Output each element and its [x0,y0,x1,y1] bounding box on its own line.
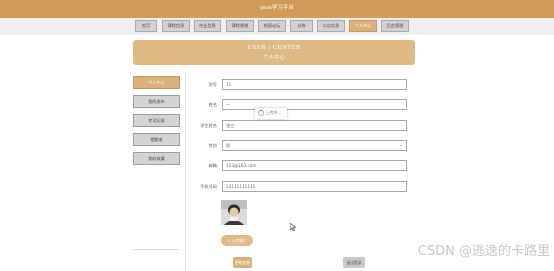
email-label: 邮箱 [208,163,217,168]
student-name-label: 学生姓名 [200,123,217,128]
banner-title-cn: 个人中心 [262,55,285,61]
chevron-down-icon: ⌄ [398,142,403,148]
student-no-input[interactable]: 11 [222,79,407,90]
name-input[interactable]: 一 [222,99,407,110]
avatar [221,200,247,225]
nav-home[interactable]: 首页 [135,20,157,32]
nav-videos[interactable]: 课程视频 [226,20,254,32]
nav-courses[interactable]: 课程信息 [162,20,190,32]
spinner-icon [258,110,264,116]
gender-label: 性别 [208,143,217,148]
nav-forum[interactable]: 校园论坛 [258,20,286,32]
banner-title-en: USER / CENTER [247,45,301,51]
email-input[interactable]: 123@163.com [222,160,407,171]
name-label: 姓名 [208,102,217,107]
phone-label: 手机号码 [200,184,217,189]
main-nav: 首页 课程信息 作业信息 课程视频 校园论坛 试卷 公告信息 个人中心 后台管理 [0,18,554,35]
phone-input[interactable]: 13111111111 [222,181,407,192]
gender-value: 男 [226,143,231,148]
watermark-text: CSDN @逃逸的卡路里 [417,244,550,259]
nav-homework[interactable]: 作业信息 [194,20,221,32]
loading-toast: 上传中... [255,108,287,119]
top-header: java学习平台 [0,0,554,18]
avatar-photo [221,200,247,225]
logout-button[interactable]: 退出登录 [343,257,365,268]
nav-admin[interactable]: 后台管理 [381,20,409,32]
gender-select[interactable]: 男 ⌄ [222,140,407,151]
page-banner: USER / CENTER 个人中心 [133,40,415,65]
nav-notices[interactable]: 公告信息 [317,20,345,32]
student-name-input[interactable]: 张三 [222,120,407,131]
upload-icon: ⇪ [227,238,231,243]
loading-text: 上传中... [266,110,282,115]
cursor-icon [290,223,296,231]
student-no-label: 学号 [208,82,217,87]
nav-exam[interactable]: 试卷 [290,20,313,32]
upload-image-button[interactable]: ⇪ 上传图片 [221,235,253,246]
sidebar-divider [133,249,180,250]
site-title: java学习平台 [260,5,294,11]
update-button[interactable]: 更新信息 [233,257,252,268]
nav-profile[interactable]: 个人中心 [349,20,377,32]
upload-label: 上传图片 [231,238,247,243]
